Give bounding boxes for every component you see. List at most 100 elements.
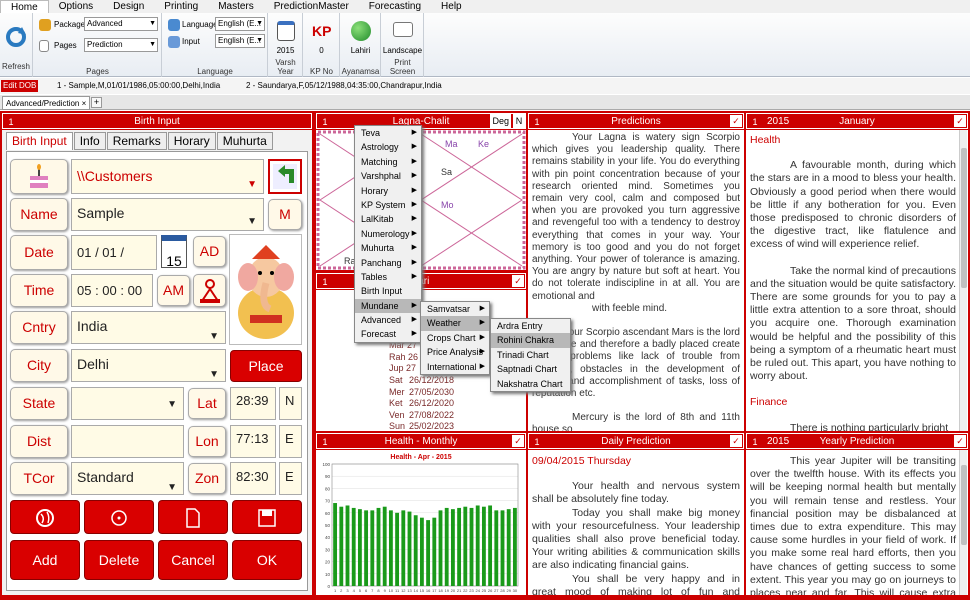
- name-field[interactable]: Sample ▼: [71, 198, 264, 231]
- menu-item-international[interactable]: International ▶: [421, 360, 489, 374]
- am-pm-button[interactable]: AM: [157, 275, 190, 306]
- january-scrollbar[interactable]: [959, 130, 967, 431]
- tcor-select[interactable]: Standard ▼: [71, 462, 184, 495]
- print-group[interactable]: Landscape Print Screen: [382, 13, 424, 77]
- menu-item-saptnadi-chart[interactable]: Saptnadi Chart: [491, 362, 570, 376]
- menu-home[interactable]: Home: [0, 0, 49, 13]
- scroll-thumb[interactable]: [961, 148, 967, 288]
- country-select[interactable]: India ▼: [71, 311, 226, 344]
- menu-design[interactable]: Design: [103, 0, 154, 13]
- menu-item-muhurta[interactable]: Muhurta ▶: [355, 241, 421, 255]
- person-icon[interactable]: [193, 274, 226, 307]
- menu-item-trinadi-chart[interactable]: Trinadi Chart: [491, 348, 570, 362]
- menu-item-samvatsar[interactable]: Samvatsar ▶: [421, 302, 489, 316]
- go-button[interactable]: [268, 159, 302, 194]
- zon-dir-field[interactable]: E: [279, 462, 302, 495]
- city-select[interactable]: Delhi ▼: [71, 349, 226, 382]
- menu-item-astrology[interactable]: Astrology ▶: [355, 140, 421, 154]
- menu-item-price-analysis[interactable]: Price Analysis ▶: [421, 345, 489, 359]
- lat-dir-field[interactable]: N: [279, 387, 302, 420]
- menu-predictionmaster[interactable]: PredictionMaster: [264, 0, 359, 13]
- check-icon[interactable]: ✓: [954, 435, 966, 447]
- menu-masters[interactable]: Masters: [208, 0, 264, 13]
- new-tab-button[interactable]: +: [91, 97, 102, 108]
- menu-item-teva[interactable]: Teva ▶: [355, 126, 421, 140]
- refresh-button[interactable]: [4, 25, 28, 49]
- menu-item-tables[interactable]: Tables ▶: [355, 270, 421, 284]
- place-finder-button[interactable]: Place Finder: [230, 350, 302, 404]
- menu-item-lalkitab[interactable]: LalKitab ▶: [355, 212, 421, 226]
- tab-muhurta[interactable]: Muhurta: [216, 132, 273, 150]
- lon-dir-field[interactable]: E: [279, 425, 302, 458]
- edit-dob-button[interactable]: Edit DOB: [1, 80, 39, 92]
- kp-group[interactable]: KP 0 KP No: [304, 13, 340, 77]
- scroll-thumb[interactable]: [961, 465, 967, 545]
- deg-toggle[interactable]: Deg: [490, 114, 511, 128]
- dist-field[interactable]: [71, 425, 184, 458]
- menu-item-kp-system[interactable]: KP System ▶: [355, 198, 421, 212]
- menu-options[interactable]: Options: [49, 0, 103, 13]
- table-row[interactable]: Sun 25/02/2023: [389, 421, 454, 431]
- menu-item-ardra-entry[interactable]: Ardra Entry: [491, 319, 570, 333]
- menu-printing[interactable]: Printing: [154, 0, 208, 13]
- date-field[interactable]: 01 / 01 / 1986: [71, 235, 157, 293]
- language-select[interactable]: English (E... ▼: [215, 17, 265, 31]
- tab-birth-input[interactable]: Birth Input: [6, 132, 73, 150]
- menu-item-mundane[interactable]: Mundane ▶: [355, 298, 421, 314]
- menu-item-numerology[interactable]: Numerology ▶: [355, 227, 421, 241]
- menu-item-birth-input[interactable]: Birth Input: [355, 284, 421, 298]
- dob-entry-1[interactable]: 1 - Sample,M,01/01/1986,05:00:00,Delhi,I…: [57, 78, 220, 94]
- lat-field[interactable]: 28:39: [230, 387, 276, 420]
- zon-field[interactable]: 82:30: [230, 462, 276, 495]
- menu-item-advanced[interactable]: Advanced ▶: [355, 313, 421, 327]
- tab-horary[interactable]: Horary: [167, 132, 216, 150]
- menu-item-rohini-chakra[interactable]: Rohini Chakra: [491, 333, 570, 348]
- package-select[interactable]: Advanced ▼: [84, 17, 158, 31]
- table-row[interactable]: Ket 26/12/2020: [389, 398, 454, 410]
- menu-item-matching[interactable]: Matching ▶: [355, 155, 421, 169]
- check-icon[interactable]: ✓: [512, 275, 524, 287]
- check-icon[interactable]: ✓: [954, 115, 966, 127]
- check-icon[interactable]: ✓: [512, 435, 524, 447]
- tab-info[interactable]: Info: [73, 132, 106, 150]
- save-button[interactable]: [232, 500, 302, 534]
- menu-forecasting[interactable]: Forecasting: [359, 0, 431, 13]
- input-select[interactable]: English (E... ▼: [215, 34, 265, 48]
- cake-icon[interactable]: [10, 159, 68, 194]
- table-row[interactable]: Ven 27/08/2022: [389, 410, 454, 422]
- menu-help[interactable]: Help: [431, 0, 472, 13]
- delete-button[interactable]: Delete: [84, 540, 154, 580]
- menu-item-horary[interactable]: Horary ▶: [355, 184, 421, 198]
- time-field[interactable]: 05 : 00 : 00: [71, 274, 153, 307]
- dob-entry-2[interactable]: 2 - Saundarya,F,05/12/1988,04:35:00,Chan…: [246, 78, 442, 94]
- state-select[interactable]: ▼: [71, 387, 184, 420]
- table-row[interactable]: Sat 26/12/2018: [389, 375, 454, 387]
- gender-button[interactable]: M: [268, 199, 302, 230]
- globe-button[interactable]: [10, 500, 80, 534]
- tab-remarks[interactable]: Remarks: [106, 132, 167, 150]
- pages-select[interactable]: Prediction ▼: [84, 38, 158, 52]
- ok-button[interactable]: OK: [232, 540, 302, 580]
- check-icon[interactable]: ✓: [730, 115, 742, 127]
- close-icon[interactable]: ×: [82, 99, 87, 108]
- table-row[interactable]: Mer 27/05/2030: [389, 387, 454, 399]
- ayanamsa-group[interactable]: Lahiri Ayanamsa: [341, 13, 381, 77]
- menu-item-nakshatra-chart[interactable]: Nakshatra Chart: [491, 377, 570, 391]
- menu-item-panchang[interactable]: Panchang ▶: [355, 256, 421, 270]
- new-document-button[interactable]: [158, 500, 228, 534]
- menu-item-crops-chart[interactable]: Crops Chart ▶: [421, 331, 489, 345]
- n-toggle[interactable]: N: [513, 114, 525, 128]
- lon-field[interactable]: 77:13: [230, 425, 276, 458]
- menu-item-varshphal[interactable]: Varshphal ▶: [355, 169, 421, 183]
- yearly-scrollbar[interactable]: [959, 450, 967, 595]
- era-button[interactable]: AD: [193, 236, 226, 267]
- check-icon[interactable]: ✓: [730, 435, 742, 447]
- varsh-group[interactable]: 2015 Varsh Year: [269, 13, 303, 77]
- tab-advanced-prediction[interactable]: Advanced/Prediction ×: [2, 96, 91, 110]
- add-button[interactable]: Add: [10, 540, 80, 580]
- menu-item-weather[interactable]: Weather ▶: [421, 316, 489, 331]
- folder-select[interactable]: \\Customers ▼: [71, 159, 264, 194]
- clock-button[interactable]: [84, 500, 154, 534]
- calendar-icon[interactable]: 15: [161, 235, 187, 269]
- cancel-button[interactable]: Cancel: [158, 540, 228, 580]
